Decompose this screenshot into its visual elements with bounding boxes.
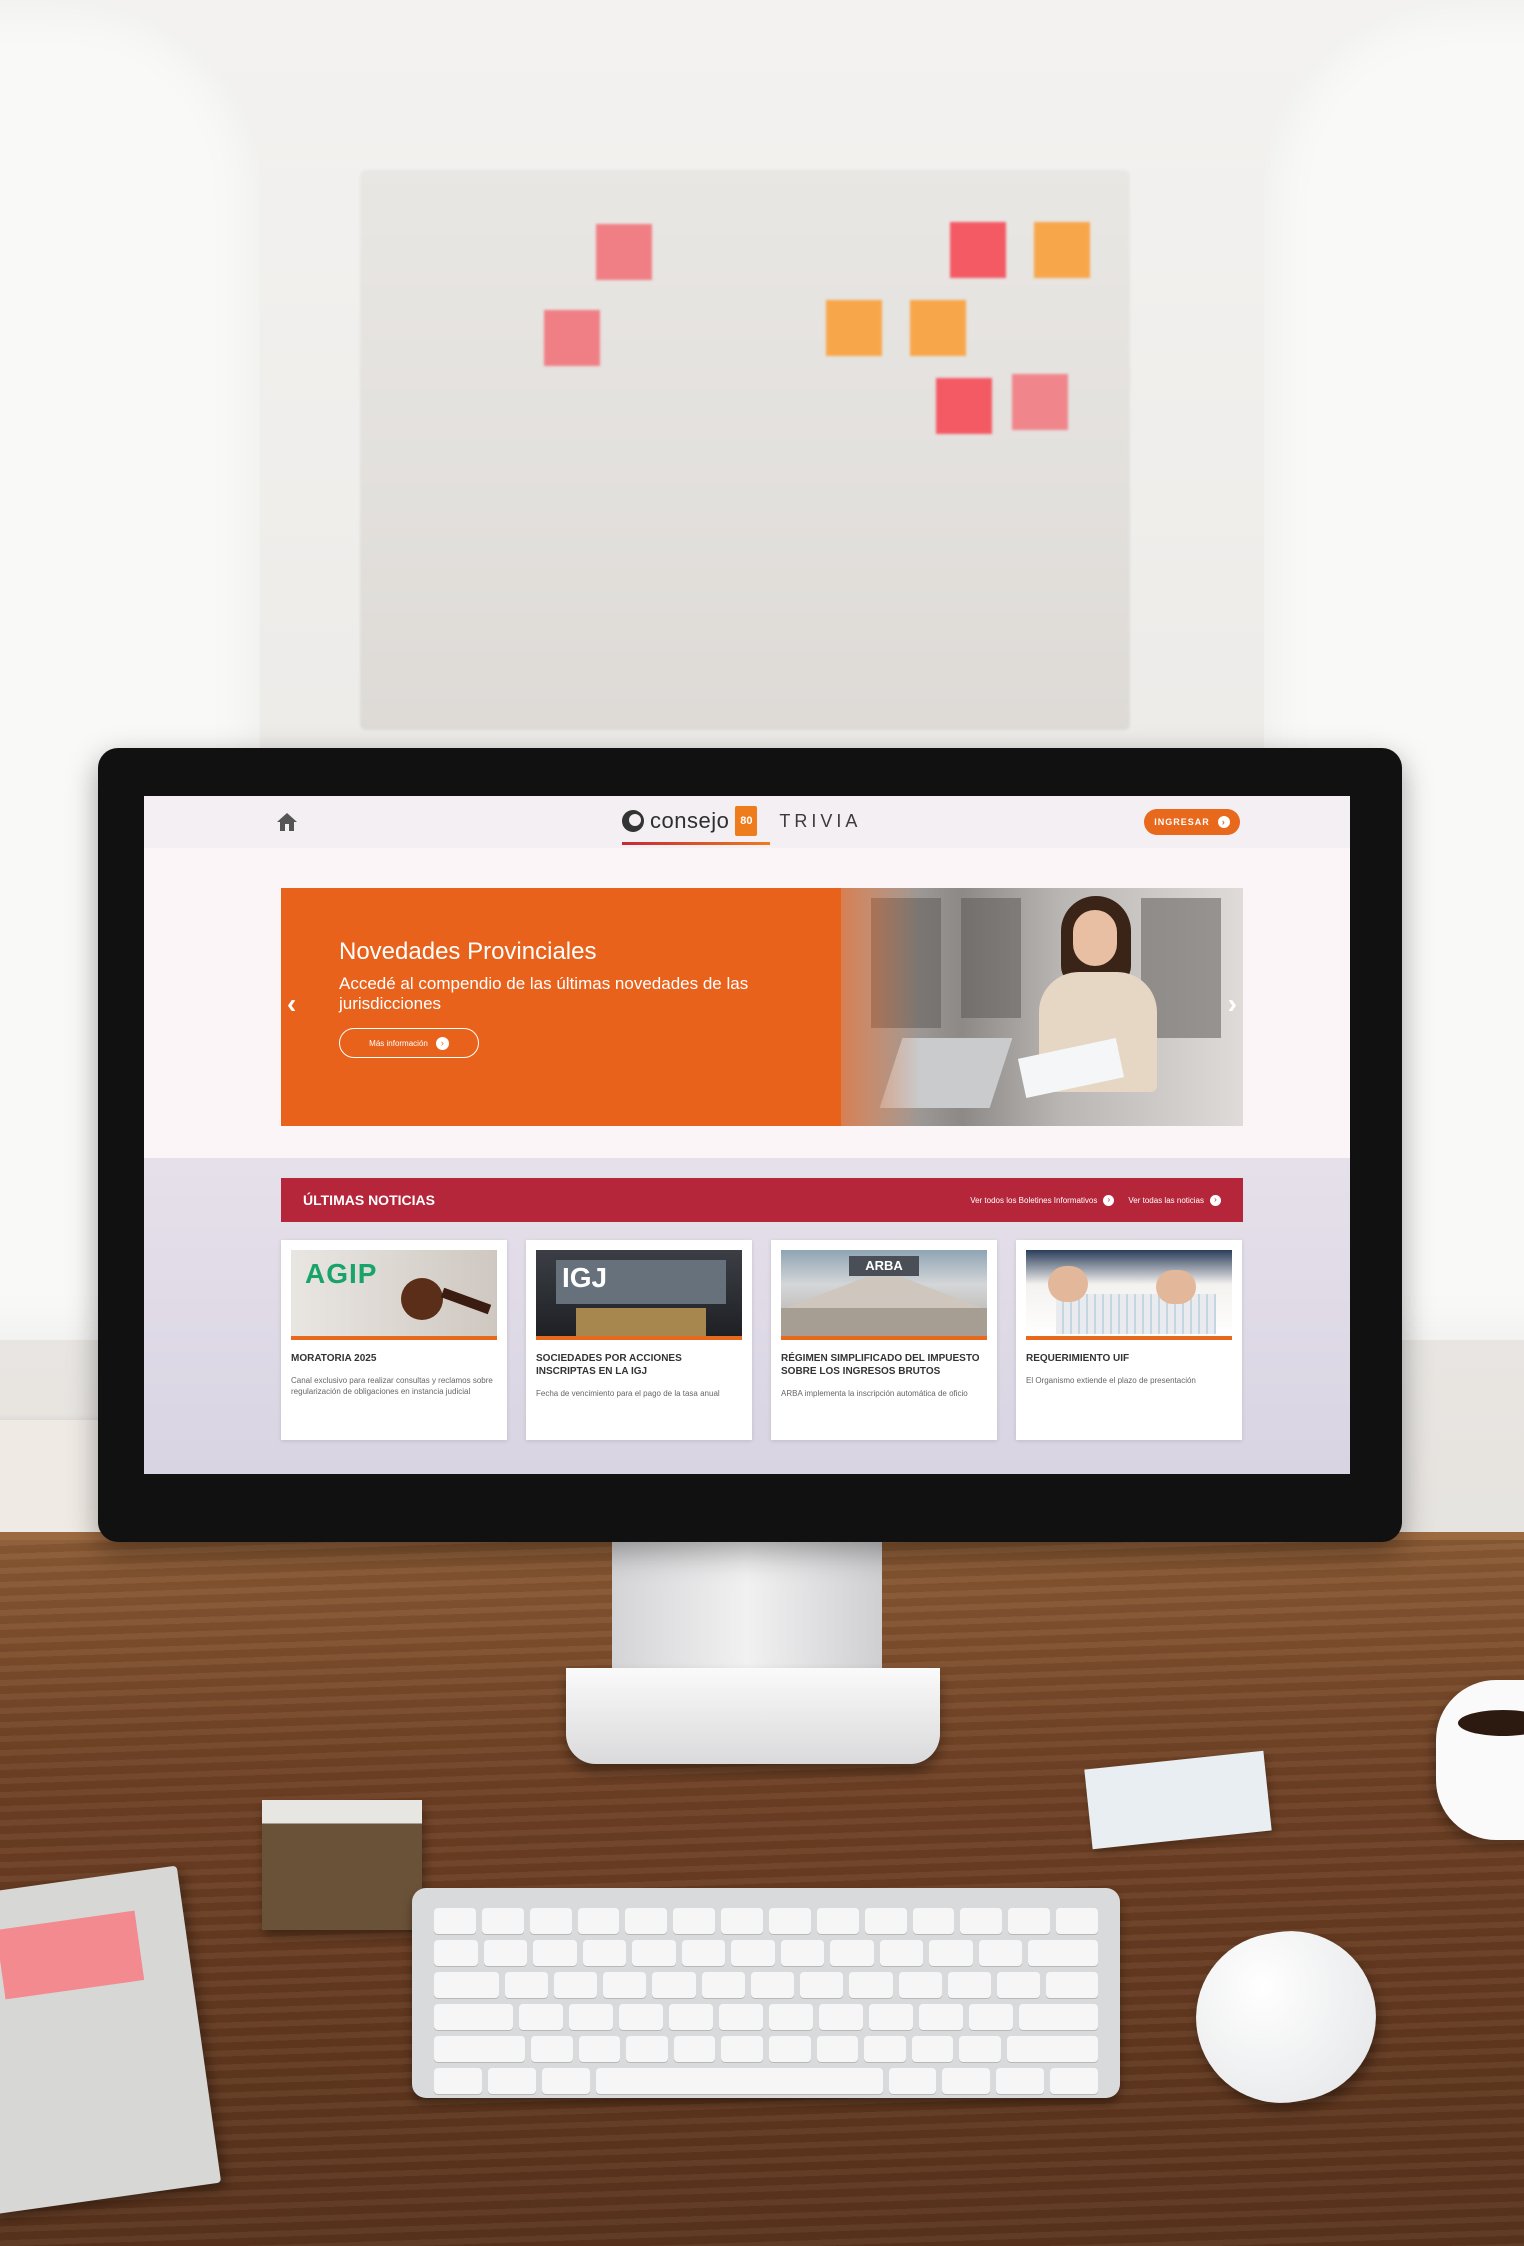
card-title: RÉGIMEN SIMPLIFICADO DEL IMPUESTO SOBRE … bbox=[781, 1353, 980, 1377]
consejo-underline bbox=[622, 842, 770, 845]
uif-document bbox=[1056, 1294, 1216, 1334]
more-info-button[interactable]: Más información › bbox=[339, 1028, 479, 1058]
sticky-note-board bbox=[360, 170, 1130, 730]
arrow-circle-icon: › bbox=[1210, 1194, 1221, 1206]
monitor: consejo 80 TRIVIA INGRESAR › ‹ › Novedad… bbox=[98, 748, 1402, 1542]
photo-window bbox=[961, 898, 1021, 1018]
arba-building-roof bbox=[781, 1270, 987, 1310]
news-cards: AGIP MORATORIA 2025 Canal exclusivo para… bbox=[281, 1240, 1243, 1440]
sticky-note bbox=[936, 378, 992, 434]
all-news-label: Ver todas las noticias bbox=[1128, 1195, 1204, 1205]
website-screen: consejo 80 TRIVIA INGRESAR › ‹ › Novedad… bbox=[144, 796, 1350, 1474]
all-bulletins-label: Ver todos los Boletines Informativos bbox=[970, 1195, 1098, 1205]
sticky-note bbox=[826, 300, 882, 356]
keyboard bbox=[412, 1888, 1120, 2098]
arba-sign: ARBA bbox=[849, 1256, 919, 1276]
arba-building-base bbox=[781, 1308, 987, 1336]
anniversary-badge: 80 bbox=[735, 806, 758, 836]
logo-group: consejo 80 TRIVIA bbox=[622, 806, 861, 845]
trivia-wordmark: TRIVIA bbox=[779, 810, 862, 831]
sticky-note bbox=[950, 222, 1006, 278]
card-description: Canal exclusivo para realizar consultas … bbox=[291, 1376, 493, 1396]
card-image-arba: ARBA bbox=[781, 1250, 987, 1340]
card-title: SOCIEDADES POR ACCIONES INSCRIPTAS EN LA… bbox=[536, 1353, 682, 1377]
chevron-left-icon[interactable]: ‹ bbox=[287, 988, 296, 1020]
uif-hand bbox=[1048, 1266, 1088, 1302]
news-links: Ver todos los Boletines Informativos › V… bbox=[970, 1194, 1221, 1206]
monitor-stand-foot bbox=[566, 1668, 940, 1764]
arrow-circle-icon: › bbox=[435, 1036, 449, 1050]
consejo-wordmark: consejo bbox=[650, 808, 730, 833]
agip-logo: AGIP bbox=[305, 1258, 378, 1289]
card-image-igj: IGJ bbox=[536, 1250, 742, 1340]
news-header-bar: ÚLTIMAS NOTICIAS Ver todos los Boletines… bbox=[281, 1178, 1243, 1222]
news-card[interactable]: AGIP MORATORIA 2025 Canal exclusivo para… bbox=[281, 1240, 507, 1440]
consejo-mark-icon bbox=[622, 810, 644, 832]
login-label: INGRESAR bbox=[1154, 817, 1210, 827]
news-card[interactable]: IGJ SOCIEDADES POR ACCIONES INSCRIPTAS E… bbox=[526, 1240, 752, 1440]
sticky-note bbox=[1034, 222, 1090, 278]
card-image-agip: AGIP bbox=[291, 1250, 497, 1340]
chevron-right-icon[interactable]: › bbox=[1228, 988, 1237, 1020]
card-description: El Organismo extiende el plazo de presen… bbox=[1026, 1376, 1196, 1385]
memo-block bbox=[262, 1800, 422, 1930]
igj-logo: IGJ bbox=[562, 1262, 608, 1293]
card-title: REQUERIMIENTO UIF bbox=[1026, 1353, 1130, 1364]
all-news-link[interactable]: Ver todas las noticias › bbox=[1128, 1194, 1221, 1206]
more-info-label: Más información bbox=[369, 1038, 428, 1048]
all-bulletins-link[interactable]: Ver todos los Boletines Informativos › bbox=[970, 1194, 1115, 1206]
hero-banner: ‹ › Novedades Provinciales Accedé al com… bbox=[281, 888, 1243, 1126]
uif-hand bbox=[1156, 1270, 1196, 1304]
banner-title: Novedades Provinciales bbox=[339, 938, 597, 965]
igj-door bbox=[576, 1308, 706, 1336]
consejo-logo[interactable]: consejo 80 bbox=[622, 806, 770, 845]
news-card[interactable]: ARBA RÉGIMEN SIMPLIFICADO DEL IMPUESTO S… bbox=[771, 1240, 997, 1440]
site-header: consejo 80 TRIVIA INGRESAR › bbox=[144, 796, 1350, 848]
login-button[interactable]: INGRESAR › bbox=[1144, 809, 1240, 835]
card-description: ARBA implementa la inscripción automátic… bbox=[781, 1389, 968, 1398]
home-icon[interactable] bbox=[276, 812, 298, 832]
news-section: ÚLTIMAS NOTICIAS Ver todos los Boletines… bbox=[144, 1158, 1350, 1474]
sticky-note bbox=[1012, 374, 1068, 430]
card-title: MORATORIA 2025 bbox=[291, 1353, 377, 1364]
coffee-cup bbox=[1436, 1680, 1524, 1840]
arrow-circle-icon: › bbox=[1217, 816, 1230, 828]
news-card[interactable]: REQUERIMIENTO UIF El Organismo extiende … bbox=[1016, 1240, 1242, 1440]
banner-subtitle: Accedé al compendio de las últimas noved… bbox=[339, 974, 749, 1013]
sticky-note bbox=[596, 224, 652, 280]
arrow-circle-icon: › bbox=[1103, 1194, 1115, 1206]
gavel-handle bbox=[440, 1287, 492, 1315]
card-description: Fecha de vencimiento para el pago de la … bbox=[536, 1389, 720, 1398]
gavel-icon bbox=[401, 1278, 443, 1320]
card-image-uif bbox=[1026, 1250, 1232, 1340]
photo-person-face bbox=[1073, 910, 1117, 966]
sticky-note bbox=[910, 300, 966, 356]
news-section-title: ÚLTIMAS NOTICIAS bbox=[303, 1192, 435, 1208]
trivia-logo[interactable]: TRIVIA bbox=[779, 811, 861, 832]
sticky-note bbox=[544, 310, 600, 366]
